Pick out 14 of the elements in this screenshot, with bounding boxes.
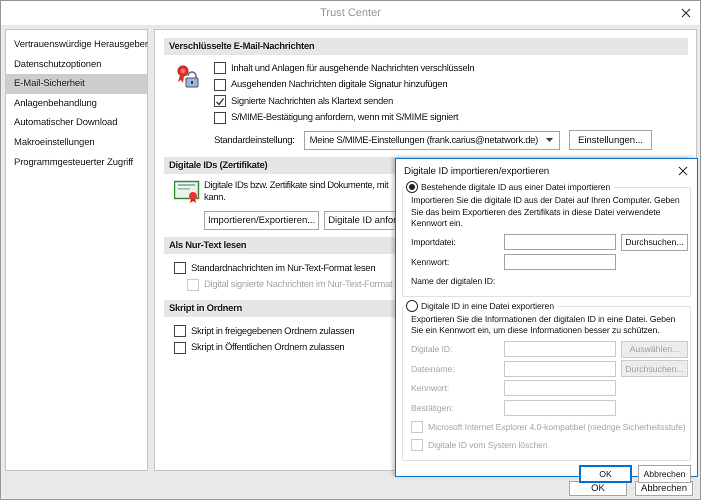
section-header: Verschlüsselte E-Mail-Nachrichten — [164, 38, 688, 55]
dialog-title: Digitale ID importieren/exportieren — [404, 166, 550, 176]
window-title: Trust Center — [320, 7, 381, 19]
field-label: Kennwort: — [411, 256, 450, 267]
field-label: Name der digitalen ID: — [411, 276, 496, 288]
field-label: Dateiname: — [411, 364, 456, 374]
description-text: Importieren Sie die digitale ID aus der Datei auf Ihren Computer. Geben Sie das beim Exportieren des Zertifikats in diese Datei verwendete Kennwort ein. — [411, 195, 681, 230]
setting-label: Standardeinstellung: — [214, 134, 295, 146]
field-label: Importdatei: — [411, 237, 457, 248]
description-text: Digitale IDs bzw. Zertifikate sind Dokumente, mit — [204, 180, 388, 192]
field-label: Kennwort: — [411, 383, 450, 394]
field-label: Digitale ID: — [411, 344, 454, 354]
description-text: kann. — [204, 192, 226, 204]
field-label: Bestätigen: — [411, 402, 454, 413]
